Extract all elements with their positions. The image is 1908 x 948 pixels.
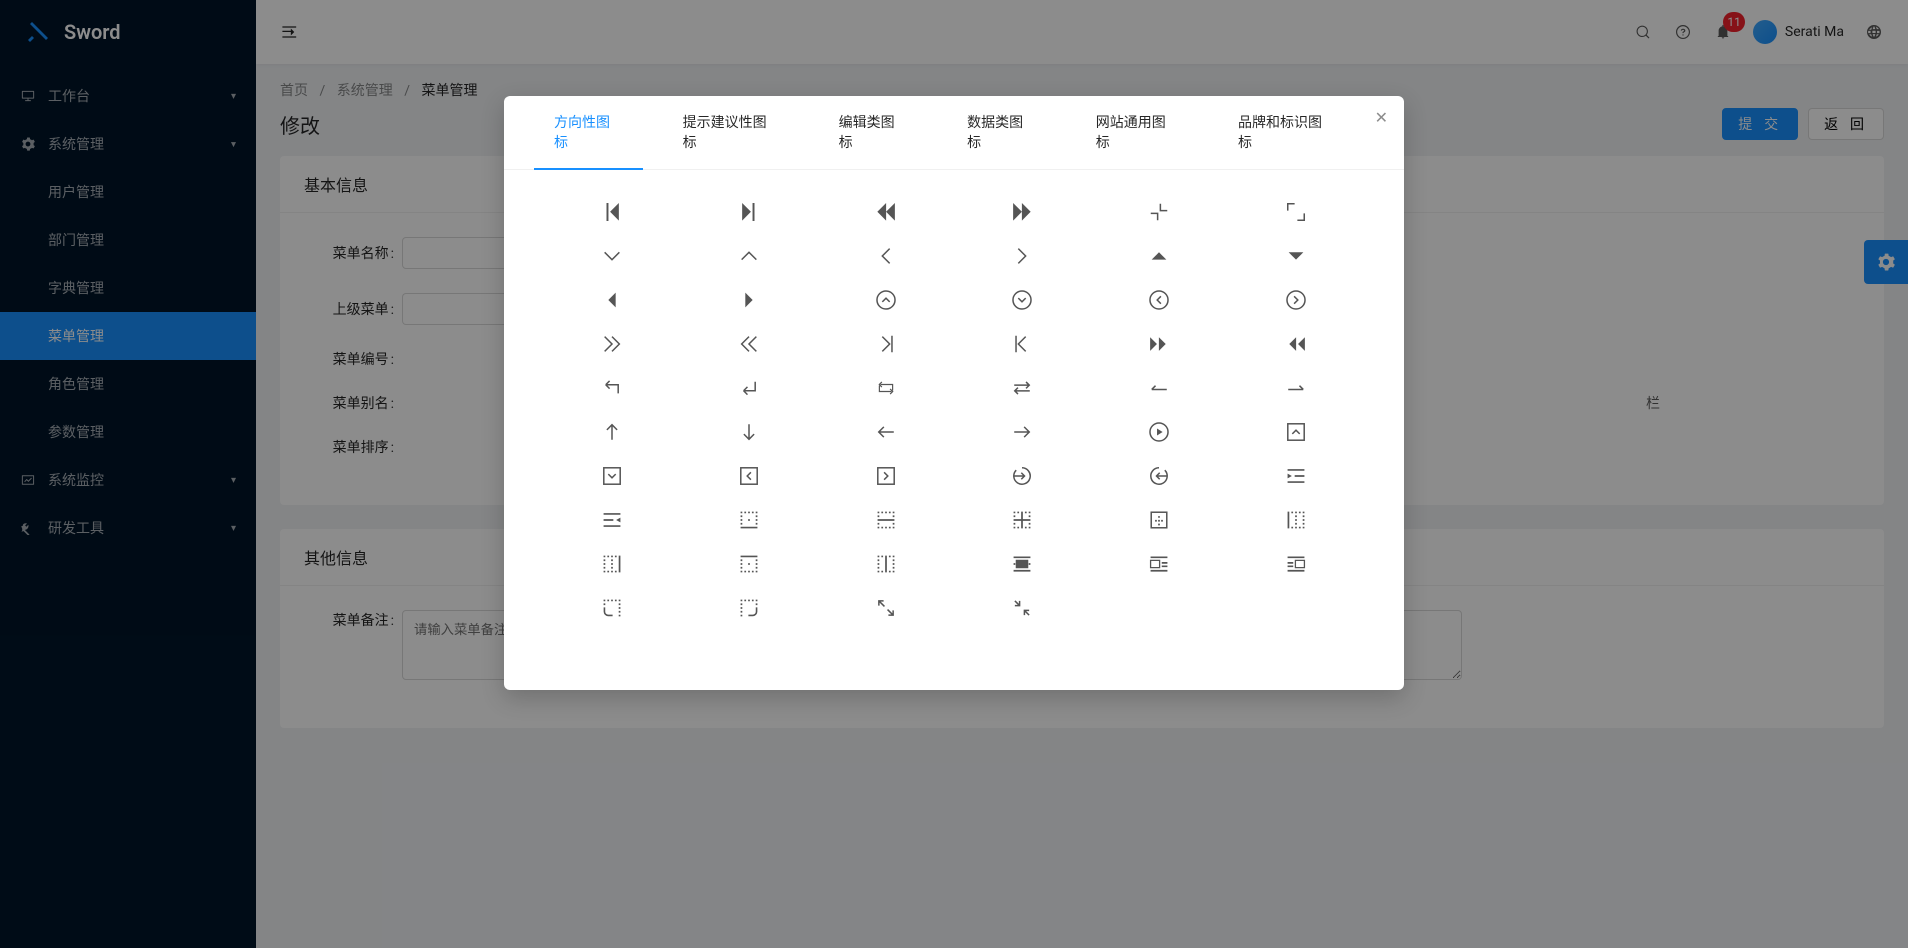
right-circle-icon[interactable] <box>1227 278 1364 322</box>
tab-brand[interactable]: 品牌和标识图标 <box>1218 96 1354 169</box>
shrink-icon[interactable] <box>1091 190 1228 234</box>
up-circle-icon[interactable] <box>817 278 954 322</box>
tab-direction[interactable]: 方向性图标 <box>534 96 643 170</box>
tab-suggest[interactable]: 提示建议性图标 <box>663 96 799 169</box>
pic-right-icon[interactable] <box>1227 542 1364 586</box>
vertical-left-icon[interactable] <box>817 322 954 366</box>
swap-left-icon[interactable] <box>1091 366 1228 410</box>
pic-left-icon[interactable] <box>1091 542 1228 586</box>
step-backward-icon[interactable] <box>544 190 681 234</box>
border-horizontal-icon[interactable] <box>817 498 954 542</box>
enter-icon[interactable] <box>681 366 818 410</box>
down-circle-icon[interactable] <box>954 278 1091 322</box>
login-icon[interactable] <box>954 454 1091 498</box>
menu-fold-icon[interactable] <box>1227 454 1364 498</box>
fullscreen-exit-icon[interactable] <box>954 586 1091 630</box>
swap-right-icon[interactable] <box>1227 366 1364 410</box>
arrow-right-icon[interactable] <box>954 410 1091 454</box>
arrows-alt-icon[interactable] <box>1227 190 1364 234</box>
border-inner-icon[interactable] <box>954 498 1091 542</box>
left-circle-icon[interactable] <box>1091 278 1228 322</box>
icon-picker-modal: ✕ 方向性图标 提示建议性图标 编辑类图标 数据类图标 网站通用图标 品牌和标识… <box>504 96 1404 690</box>
modal-tabs: 方向性图标 提示建议性图标 编辑类图标 数据类图标 网站通用图标 品牌和标识图标 <box>504 96 1404 170</box>
border-top-icon[interactable] <box>681 542 818 586</box>
fullscreen-icon[interactable] <box>817 586 954 630</box>
border-left-icon[interactable] <box>1227 498 1364 542</box>
fast-forward-icon[interactable] <box>954 190 1091 234</box>
right-icon[interactable] <box>954 234 1091 278</box>
caret-right-icon[interactable] <box>681 278 818 322</box>
border-bottom-icon[interactable] <box>681 498 818 542</box>
pic-center-icon[interactable] <box>954 542 1091 586</box>
fast-backward-icon[interactable] <box>817 190 954 234</box>
right-square-icon[interactable] <box>817 454 954 498</box>
forward-icon[interactable] <box>1091 322 1228 366</box>
close-icon[interactable]: ✕ <box>1375 108 1388 127</box>
rollback-icon[interactable] <box>544 366 681 410</box>
tab-edit[interactable]: 编辑类图标 <box>819 96 928 169</box>
vertical-right-icon[interactable] <box>954 322 1091 366</box>
icon-grid <box>504 170 1404 690</box>
arrow-down-icon[interactable] <box>681 410 818 454</box>
double-left-icon[interactable] <box>681 322 818 366</box>
tab-web[interactable]: 网站通用图标 <box>1076 96 1198 169</box>
border-right-icon[interactable] <box>544 542 681 586</box>
border-verticle-icon[interactable] <box>817 542 954 586</box>
down-icon[interactable] <box>544 234 681 278</box>
arrow-left-icon[interactable] <box>817 410 954 454</box>
menu-unfold-icon[interactable] <box>544 498 681 542</box>
radius-bottomleft-icon[interactable] <box>544 586 681 630</box>
swap-icon[interactable] <box>954 366 1091 410</box>
left-square-icon[interactable] <box>681 454 818 498</box>
radius-bottomright-icon[interactable] <box>681 586 818 630</box>
up-icon[interactable] <box>681 234 818 278</box>
arrow-up-icon[interactable] <box>544 410 681 454</box>
caret-up-icon[interactable] <box>1091 234 1228 278</box>
caret-left-icon[interactable] <box>544 278 681 322</box>
left-icon[interactable] <box>817 234 954 278</box>
caret-down-icon[interactable] <box>1227 234 1364 278</box>
double-right-icon[interactable] <box>544 322 681 366</box>
logout-icon[interactable] <box>1091 454 1228 498</box>
step-forward-icon[interactable] <box>681 190 818 234</box>
up-square-icon[interactable] <box>1227 410 1364 454</box>
backward-icon[interactable] <box>1227 322 1364 366</box>
down-square-icon[interactable] <box>544 454 681 498</box>
play-circle-icon[interactable] <box>1091 410 1228 454</box>
border-outer-icon[interactable] <box>1091 498 1228 542</box>
retweet-icon[interactable] <box>817 366 954 410</box>
tab-data[interactable]: 数据类图标 <box>947 96 1056 169</box>
